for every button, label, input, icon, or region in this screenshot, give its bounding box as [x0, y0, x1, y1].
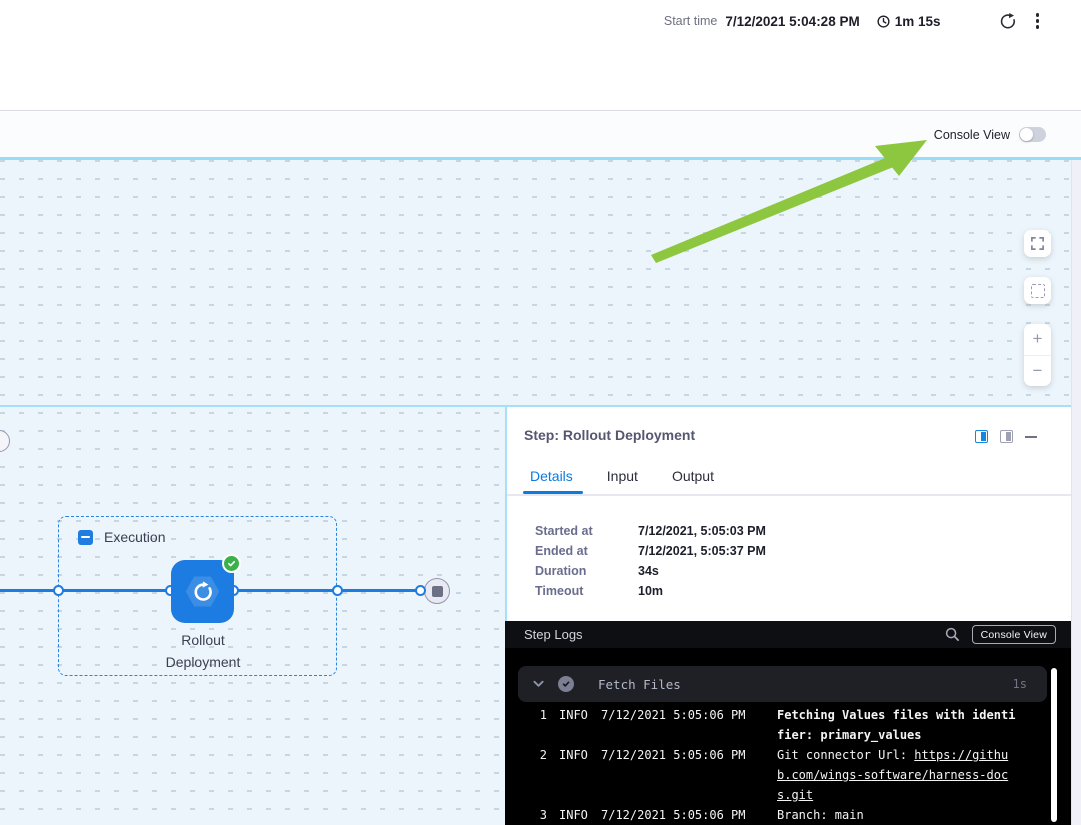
log-message-text: Git connector Url:	[777, 748, 914, 762]
start-node-partial	[0, 430, 10, 452]
toggle-knob	[1020, 128, 1033, 141]
stop-node[interactable]	[424, 578, 450, 604]
log-section-name: Fetch Files	[598, 677, 681, 692]
log-timestamp: 7/12/2021 5:05:06 PM	[601, 705, 749, 725]
stop-icon	[432, 586, 443, 597]
console-view-toggle[interactable]	[1019, 127, 1046, 142]
logs-header-actions: Console View	[945, 625, 1071, 644]
execution-group-header: Execution	[78, 529, 165, 545]
step-details-list: Started at 7/12/2021, 5:05:03 PM Ended a…	[535, 521, 766, 601]
tab-output[interactable]: Output	[672, 468, 714, 484]
fullscreen-icon	[1030, 236, 1045, 251]
section-success-icon	[558, 676, 574, 692]
panel-scrollbar-track	[1071, 160, 1081, 825]
check-icon	[226, 558, 237, 569]
chevron-down-icon	[533, 680, 544, 688]
log-message: Fetching Values files with identifier: p…	[777, 705, 1016, 745]
edge-connector	[332, 585, 343, 596]
detail-row: Started at 7/12/2021, 5:05:03 PM	[535, 521, 766, 541]
tab-details[interactable]: Details	[530, 468, 573, 484]
tabs-separator	[507, 494, 1081, 496]
zoom-out-icon: −	[1033, 361, 1043, 381]
detail-row: Duration 34s	[535, 561, 766, 581]
tab-input[interactable]: Input	[607, 468, 638, 484]
fullscreen-button[interactable]	[1024, 230, 1051, 257]
elapsed-group: 1m 15s	[876, 14, 941, 29]
zoom-in-button[interactable]: +	[1024, 324, 1051, 356]
log-line-number: 3	[505, 805, 547, 825]
panel-top-divider	[0, 405, 505, 407]
step-logs-panel: Step Logs Console View Fetch Files	[505, 621, 1071, 825]
step-logs-header: Step Logs Console View	[505, 621, 1071, 648]
fit-to-screen-icon	[1031, 284, 1045, 298]
detail-value: 34s	[638, 564, 659, 578]
start-time-value: 7/12/2021 5:04:28 PM	[725, 14, 859, 29]
log-section-duration: 1s	[1013, 677, 1027, 691]
execution-meta-row: Start time 7/12/2021 5:04:28 PM 1m 15s	[664, 7, 1041, 35]
collapse-group-button[interactable]	[78, 530, 93, 545]
node-label-line2: Deployment	[123, 651, 283, 673]
log-level: INFO	[559, 805, 595, 825]
refresh-icon	[999, 12, 1018, 31]
detail-label: Timeout	[535, 584, 631, 598]
panel-title: Step: Rollout Deployment	[524, 427, 695, 443]
detail-label: Duration	[535, 564, 631, 578]
kebab-menu-icon[interactable]	[1034, 11, 1042, 31]
zoom-in-icon: +	[1033, 329, 1043, 349]
search-icon[interactable]	[945, 627, 960, 642]
detail-label: Ended at	[535, 544, 631, 558]
log-message: Branch: main	[777, 805, 1016, 825]
detail-label: Started at	[535, 524, 631, 538]
log-line-number: 1	[505, 705, 547, 725]
minimize-icon[interactable]	[1025, 436, 1037, 438]
panel-header-icons	[975, 430, 1037, 443]
detail-row: Ended at 7/12/2021, 5:05:37 PM	[535, 541, 766, 561]
detail-value: 10m	[638, 584, 663, 598]
log-line: 3 INFO 7/12/2021 5:05:06 PM Branch: main	[505, 805, 1050, 825]
log-level: INFO	[559, 745, 595, 765]
panel-tabs: Details Input Output	[530, 468, 714, 484]
fit-to-screen-button[interactable]	[1024, 277, 1051, 304]
console-view-group: Console View	[934, 112, 1046, 157]
log-lines: 1 INFO 7/12/2021 5:05:06 PM Fetching Val…	[505, 705, 1050, 825]
log-timestamp: 7/12/2021 5:05:06 PM	[601, 805, 749, 825]
log-level: INFO	[559, 705, 595, 725]
step-details-panel: Step: Rollout Deployment Details Input O…	[505, 405, 1081, 825]
refresh-button[interactable]	[999, 12, 1018, 31]
elapsed-value: 1m 15s	[895, 14, 941, 29]
minus-icon	[81, 536, 90, 538]
detail-value: 7/12/2021, 5:05:03 PM	[638, 524, 766, 538]
log-line: 1 INFO 7/12/2021 5:05:06 PM Fetching Val…	[505, 705, 1050, 745]
detail-value: 7/12/2021, 5:05:37 PM	[638, 544, 766, 558]
pipeline-execution-screen: Start time 7/12/2021 5:04:28 PM 1m 15s C…	[0, 0, 1081, 825]
split-view-bottom-icon[interactable]	[1000, 430, 1013, 443]
edge-connector	[53, 585, 64, 596]
rollout-refresh-icon	[191, 580, 215, 604]
node-label: Rollout Deployment	[123, 629, 283, 673]
log-timestamp: 7/12/2021 5:05:06 PM	[601, 745, 749, 765]
edge-connector	[415, 585, 426, 596]
log-message: Git connector Url: https://github.com/wi…	[777, 745, 1016, 805]
zoom-controls: + −	[1024, 324, 1051, 386]
execution-group-label: Execution	[104, 529, 165, 545]
node-label-line1: Rollout	[123, 629, 283, 651]
top-bar: Start time 7/12/2021 5:04:28 PM 1m 15s	[0, 0, 1081, 111]
log-section-fetch-files[interactable]: Fetch Files 1s	[518, 666, 1047, 702]
log-scrollbar-thumb[interactable]	[1051, 668, 1057, 822]
success-badge	[222, 554, 241, 573]
log-line-number: 2	[505, 745, 547, 765]
zoom-out-button[interactable]: −	[1024, 356, 1051, 387]
start-time-label: Start time	[664, 14, 718, 28]
console-view-label: Console View	[934, 128, 1010, 142]
log-line: 2 INFO 7/12/2021 5:05:06 PM Git connecto…	[505, 745, 1050, 805]
detail-row: Timeout 10m	[535, 581, 766, 601]
split-view-right-icon[interactable]	[975, 430, 988, 443]
view-options-bar: Console View	[0, 112, 1081, 157]
clock-icon	[876, 14, 891, 29]
step-logs-title: Step Logs	[524, 627, 583, 642]
console-view-button[interactable]: Console View	[972, 625, 1056, 644]
